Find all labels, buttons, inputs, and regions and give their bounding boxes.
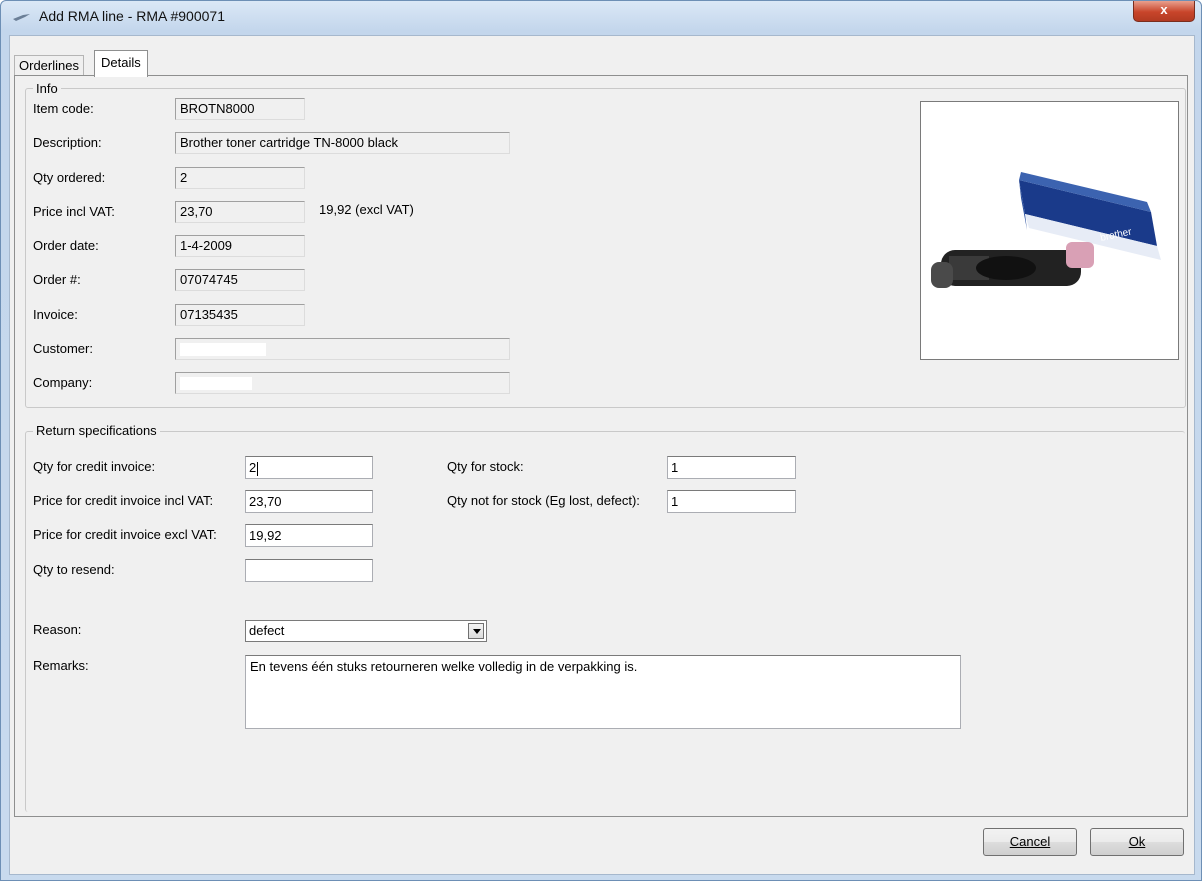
title-bar[interactable]: Add RMA line - RMA #900071 x: [1, 1, 1201, 33]
order-number-label: Order #:: [33, 272, 81, 287]
order-number-field: 07074745: [175, 269, 305, 291]
qty-not-stock-label: Qty not for stock (Eg lost, defect):: [447, 493, 640, 508]
app-icon: [13, 14, 30, 21]
item-code-label: Item code:: [33, 101, 94, 116]
info-group-label: Info: [33, 81, 61, 96]
order-date-label: Order date:: [33, 238, 99, 253]
qty-credit-value: 2: [249, 460, 257, 475]
description-field: Brother toner cartridge TN-8000 black: [175, 132, 510, 154]
reason-select[interactable]: defect: [245, 620, 487, 642]
company-label: Company:: [33, 375, 93, 390]
close-button[interactable]: x: [1133, 1, 1195, 22]
remarks-label: Remarks:: [33, 658, 89, 673]
price-credit-excl-input[interactable]: 19,92: [245, 524, 373, 547]
close-icon: x: [1160, 2, 1168, 17]
reason-label: Reason:: [33, 622, 82, 637]
company-field: [175, 372, 510, 394]
invoice-field: 07135435: [175, 304, 305, 326]
tab-details[interactable]: Details: [94, 50, 148, 77]
qty-resend-label: Qty to resend:: [33, 562, 115, 577]
price-incl-label: Price incl VAT:: [33, 204, 115, 219]
customer-label: Customer:: [33, 341, 93, 356]
description-label: Description:: [33, 135, 102, 150]
reason-selected-value: defect: [249, 623, 285, 638]
return-spec-group-label: Return specifications: [33, 423, 160, 438]
price-incl-field: 23,70: [175, 201, 305, 223]
invoice-label: Invoice:: [33, 307, 78, 322]
order-date-field: 1-4-2009: [175, 235, 305, 257]
window-title: Add RMA line - RMA #900071: [39, 8, 225, 24]
details-tab-panel: Info Item code: BROTN8000 Description: B…: [14, 75, 1188, 817]
remarks-textarea[interactable]: En tevens één stuks retourneren welke vo…: [245, 655, 961, 729]
qty-stock-input[interactable]: 1: [667, 456, 796, 479]
qty-credit-label: Qty for credit invoice:: [33, 459, 156, 474]
product-image: brother: [920, 101, 1179, 360]
text-cursor: [257, 461, 259, 476]
rma-dialog-window: Add RMA line - RMA #900071 x Orderlines …: [0, 0, 1202, 881]
qty-ordered-field: 2: [175, 167, 305, 189]
ok-button[interactable]: Ok: [1090, 828, 1184, 856]
price-credit-incl-label: Price for credit invoice incl VAT:: [33, 493, 214, 508]
tab-orderlines[interactable]: Orderlines: [14, 55, 84, 76]
qty-credit-input[interactable]: 2: [245, 456, 373, 479]
redacted-mask: [180, 343, 266, 357]
redacted-mask: [180, 377, 252, 391]
cancel-button[interactable]: Cancel: [983, 828, 1077, 856]
qty-resend-input[interactable]: [245, 559, 373, 582]
chevron-down-icon[interactable]: [468, 623, 484, 639]
qty-not-stock-input[interactable]: 1: [667, 490, 796, 513]
qty-stock-label: Qty for stock:: [447, 459, 524, 474]
price-credit-excl-label: Price for credit invoice excl VAT:: [33, 527, 217, 542]
toner-cartridge-icon: brother: [931, 172, 1161, 288]
return-spec-group: [25, 431, 1185, 812]
price-excl-text: 19,92 (excl VAT): [319, 202, 414, 217]
dialog-client-area: Orderlines Details Info Item code: BROTN…: [9, 35, 1195, 875]
qty-ordered-label: Qty ordered:: [33, 170, 106, 185]
item-code-field: BROTN8000: [175, 98, 305, 120]
customer-field: [175, 338, 510, 360]
price-credit-incl-input[interactable]: 23,70: [245, 490, 373, 513]
